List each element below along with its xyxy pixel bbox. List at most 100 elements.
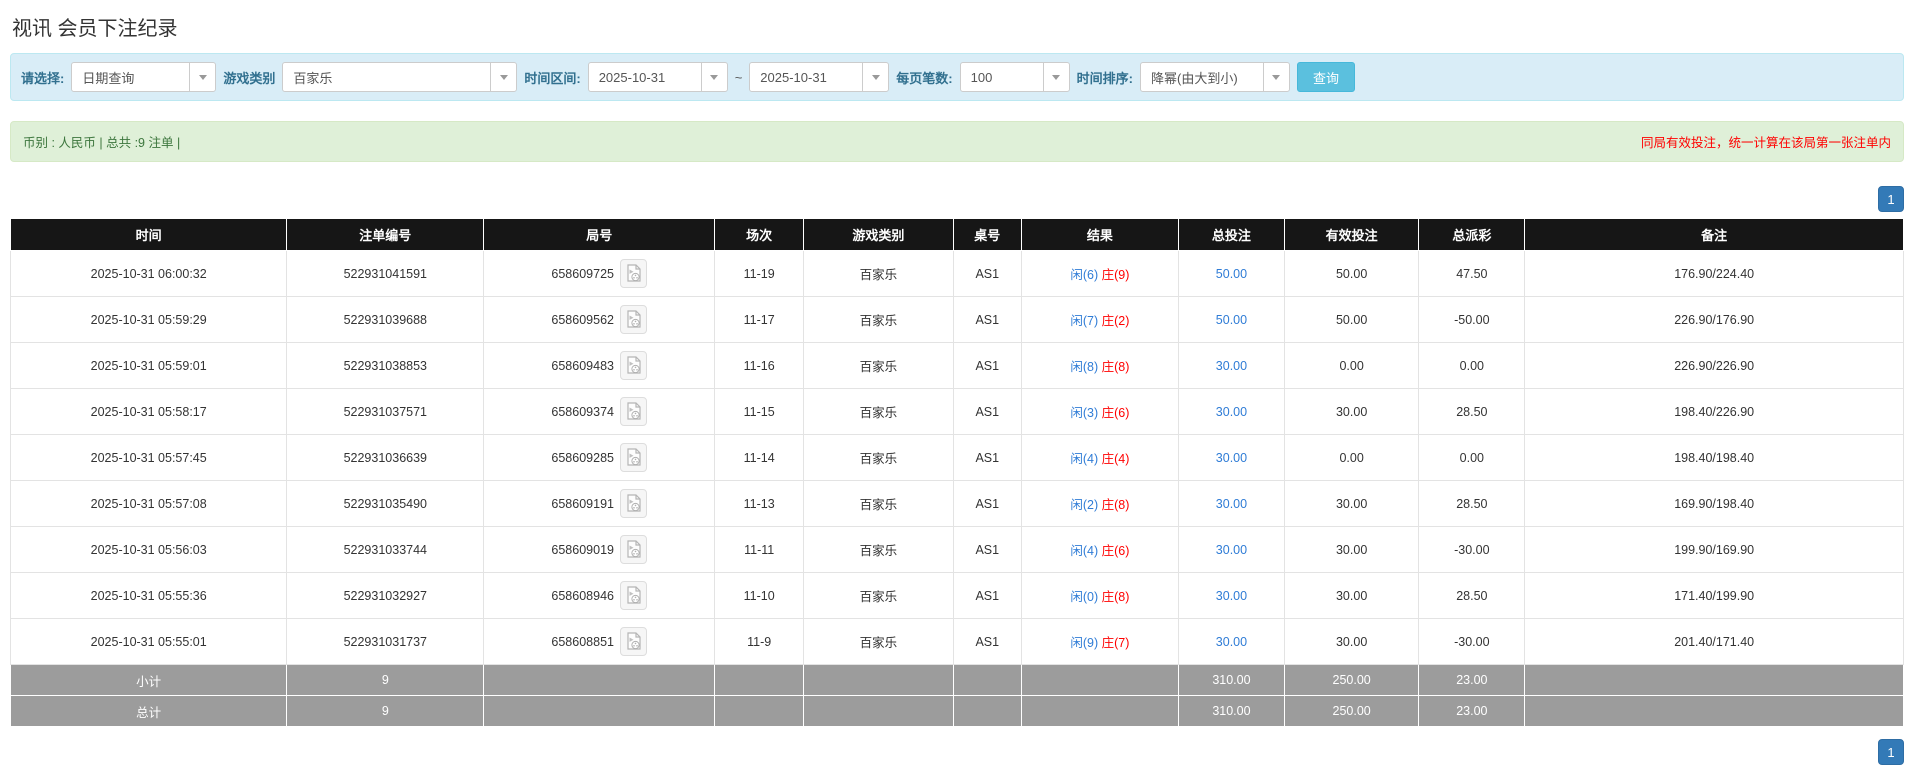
date-from-select[interactable]: 2025-10-31	[587, 62, 728, 92]
remark: 226.90/176.90	[1524, 296, 1904, 343]
payout: 0.00	[1418, 342, 1526, 389]
column-header-total-bet: 总投注	[1177, 218, 1285, 251]
total-bet-cell: 30.00	[1177, 572, 1285, 619]
page-1-button[interactable]: 1	[1878, 739, 1904, 765]
bet-id: 522931033744	[286, 526, 485, 573]
video-replay-icon	[627, 494, 641, 512]
game-type-label: 游戏类别	[223, 70, 276, 86]
valid-bet: 30.00	[1283, 388, 1420, 435]
video-replay-button[interactable]	[619, 397, 647, 426]
chevron-down-icon	[1262, 63, 1289, 91]
table-number: AS1	[952, 388, 1022, 435]
valid-bet-notice: 同局有效投注，统一计算在该局第一张注单内	[1640, 136, 1891, 150]
payout: -50.00	[1418, 296, 1526, 343]
subtotal-count: 9	[286, 664, 485, 696]
table-row: 2025-10-31 05:56:03 522931033744 6586090…	[9, 526, 1904, 573]
total-bet-cell: 30.00	[1177, 618, 1285, 665]
round-id-cell: 658609374	[483, 388, 716, 435]
sort-order-label: 时间排序:	[1076, 70, 1133, 86]
bet-id: 522931039688	[286, 296, 485, 343]
total-bet-link[interactable]: 50.00	[1216, 267, 1247, 281]
round-id: 658608946	[551, 588, 614, 603]
game-type-select[interactable]: 百家乐	[282, 62, 518, 92]
result-cell: 闲(9) 庄(7)	[1020, 618, 1179, 665]
table-row: 2025-10-31 05:55:36 522931032927 6586089…	[9, 572, 1904, 619]
video-replay-button[interactable]	[619, 443, 647, 472]
table-number: AS1	[952, 250, 1022, 297]
query-mode-select[interactable]: 日期查询	[71, 62, 217, 92]
result-cell: 闲(7) 庄(2)	[1020, 296, 1179, 343]
result-cell: 闲(4) 庄(4)	[1020, 434, 1179, 481]
total-bet-cell: 30.00	[1177, 526, 1285, 573]
chevron-down-icon	[862, 63, 888, 91]
total-bet-link[interactable]: 30.00	[1216, 497, 1247, 511]
session-number: 11-15	[714, 388, 805, 435]
result-cell: 闲(2) 庄(8)	[1020, 480, 1179, 527]
banker-result: 庄(4)	[1101, 452, 1130, 466]
table-number: AS1	[952, 618, 1022, 665]
total-bet-link[interactable]: 30.00	[1216, 635, 1247, 649]
video-replay-button[interactable]	[619, 627, 647, 656]
round-id-cell: 658609285	[483, 434, 716, 481]
remark: 198.40/198.40	[1524, 434, 1904, 481]
search-button[interactable]: 查询	[1296, 62, 1355, 92]
valid-bet: 30.00	[1283, 618, 1420, 665]
table-number: AS1	[952, 572, 1022, 619]
player-result: 闲(4)	[1070, 452, 1099, 466]
session-number: 11-11	[714, 526, 805, 573]
remark: 176.90/224.40	[1524, 250, 1904, 297]
page-1-button[interactable]: 1	[1878, 186, 1904, 212]
bet-time: 2025-10-31 05:58:17	[9, 388, 288, 435]
video-replay-icon	[627, 402, 641, 420]
total-bet-link[interactable]: 50.00	[1216, 313, 1247, 327]
game-type: 百家乐	[803, 480, 954, 527]
banker-result: 庄(7)	[1101, 636, 1130, 650]
page-size-value: 100	[970, 69, 993, 85]
video-replay-icon	[627, 586, 641, 604]
total-bet-link[interactable]: 30.00	[1216, 589, 1247, 603]
total-bet-link[interactable]: 30.00	[1216, 359, 1247, 373]
round-id-cell: 658609483	[483, 342, 716, 389]
table-row: 2025-10-31 05:57:45 522931036639 6586092…	[9, 434, 1904, 481]
game-type: 百家乐	[803, 618, 954, 665]
column-header-time: 时间	[9, 218, 288, 251]
date-to-select[interactable]: 2025-10-31	[749, 62, 890, 92]
payout: -30.00	[1418, 618, 1526, 665]
page-size-select[interactable]: 100	[959, 62, 1070, 92]
valid-bet: 0.00	[1283, 342, 1420, 389]
video-replay-button[interactable]	[619, 305, 647, 334]
total-count: 9	[286, 695, 485, 727]
filter-bar: 请选择: 日期查询 游戏类别 百家乐 时间区间: 2025-10-31 ~ 20…	[10, 53, 1904, 101]
video-replay-button[interactable]	[619, 535, 647, 564]
total-bet-link[interactable]: 30.00	[1216, 405, 1247, 419]
remark: 198.40/226.90	[1524, 388, 1904, 435]
subtotal-payout: 23.00	[1418, 664, 1526, 696]
bet-time: 2025-10-31 05:55:36	[9, 572, 288, 619]
total-bet-link[interactable]: 30.00	[1216, 543, 1247, 557]
valid-bet: 30.00	[1283, 572, 1420, 619]
payout: 28.50	[1418, 480, 1526, 527]
valid-bet: 50.00	[1283, 250, 1420, 297]
pagination-top: 1	[10, 186, 1904, 212]
currency-summary-text: 币别 : 人民币 | 总共 :9 注单 |	[23, 136, 181, 150]
video-replay-icon	[627, 448, 641, 466]
total-total-bet: 310.00	[1177, 695, 1285, 727]
sort-order-select[interactable]: 降幂(由大到小)	[1139, 62, 1290, 92]
valid-bet: 50.00	[1283, 296, 1420, 343]
total-label: 总计	[9, 695, 288, 727]
video-replay-button[interactable]	[619, 489, 647, 518]
total-bet-link[interactable]: 30.00	[1216, 451, 1247, 465]
round-id: 658609191	[551, 496, 614, 511]
column-header-round-id: 局号	[483, 218, 716, 251]
video-replay-button[interactable]	[619, 259, 647, 288]
round-id-cell: 658609191	[483, 480, 716, 527]
column-header-result: 结果	[1020, 218, 1179, 251]
column-header-valid-bet: 有效投注	[1283, 218, 1420, 251]
remark: 199.90/169.90	[1524, 526, 1904, 573]
video-replay-button[interactable]	[619, 581, 647, 610]
total-valid-bet: 250.00	[1283, 695, 1420, 727]
player-result: 闲(9)	[1070, 636, 1099, 650]
result-cell: 闲(3) 庄(6)	[1020, 388, 1179, 435]
banker-result: 庄(8)	[1101, 498, 1130, 512]
video-replay-button[interactable]	[619, 351, 647, 380]
